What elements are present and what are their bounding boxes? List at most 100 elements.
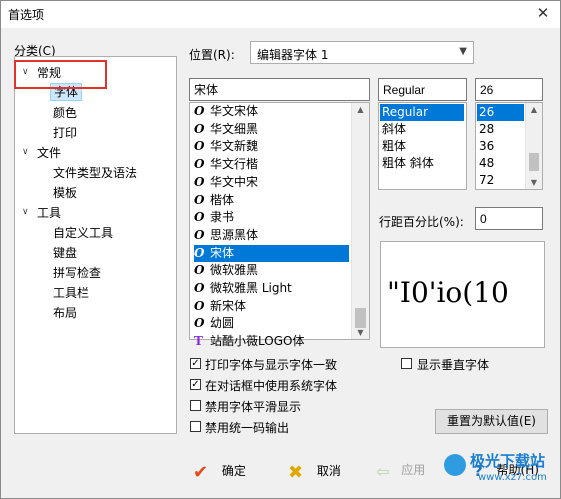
font-list-item[interactable]: O 宋体: [194, 245, 349, 262]
opentype-font-icon: O: [194, 122, 205, 136]
location-value: 编辑器字体 1: [257, 48, 329, 62]
font-size-input[interactable]: [475, 78, 543, 101]
close-icon: ✕: [536, 4, 550, 22]
font-list-item[interactable]: O 华文宋体: [194, 103, 349, 120]
cancel-button[interactable]: ✖ 取消: [288, 462, 341, 488]
vertical-font-checkbox[interactable]: [401, 358, 412, 369]
option-label: 禁用字体平滑显示: [205, 400, 302, 414]
font-list-item[interactable]: O 微软雅黑 Light: [194, 280, 349, 297]
line-spacing-input[interactable]: [475, 207, 543, 230]
tree-item-5[interactable]: 文件类型及语法: [53, 164, 137, 181]
font-name: 华文新魏: [210, 139, 259, 153]
font-size-item[interactable]: 36: [477, 138, 524, 155]
category-tree[interactable]: [14, 56, 177, 434]
font-list-item[interactable]: O 华文细黑: [194, 121, 349, 138]
size-list-scrollbar[interactable]: ▲ ▼: [525, 103, 542, 189]
font-size-item[interactable]: 26: [477, 104, 524, 121]
font-name: 思源黑体: [210, 228, 259, 242]
tree-item-4[interactable]: 文件: [37, 144, 61, 161]
watermark-logo: 极光下载站 www.xz7.com: [444, 448, 556, 492]
font-style-item[interactable]: 粗体 斜体: [380, 155, 464, 172]
font-style-item[interactable]: 粗体: [380, 138, 464, 155]
scroll-down-icon[interactable]: ▼: [526, 178, 542, 187]
location-label: 位置(R):: [189, 48, 235, 62]
font-preview: "I0'io(10: [380, 241, 545, 348]
tree-item-8[interactable]: 自定义工具: [53, 224, 113, 241]
font-name: 幼圆: [210, 316, 235, 330]
font-size-item[interactable]: 48: [477, 155, 524, 172]
scroll-thumb[interactable]: [529, 153, 539, 171]
tree-expander-icon[interactable]: ∨: [22, 207, 29, 217]
option-checkbox[interactable]: ✓: [190, 379, 201, 390]
ok-button[interactable]: ✔ 确定: [193, 462, 246, 488]
tree-item-11[interactable]: 工具栏: [53, 284, 89, 301]
cancel-label: 取消: [316, 464, 341, 478]
font-name: 楷体: [210, 193, 235, 207]
font-name: 华文行楷: [210, 157, 259, 171]
tree-item-9[interactable]: 键盘: [53, 244, 77, 261]
scroll-thumb[interactable]: [355, 308, 366, 328]
watermark-icon: [444, 454, 466, 476]
tree-expander-icon[interactable]: ∨: [22, 147, 29, 157]
location-dropdown[interactable]: 编辑器字体 1 ▼: [250, 41, 474, 64]
font-name-input[interactable]: [189, 78, 370, 101]
tree-item-12[interactable]: 布局: [53, 304, 77, 321]
font-name: 微软雅黑: [210, 263, 259, 277]
font-name: 新宋体: [210, 299, 247, 313]
tree-item-10[interactable]: 拼写检查: [53, 264, 101, 281]
opentype-font-icon: O: [194, 246, 205, 260]
font-style-item[interactable]: 斜体: [380, 121, 464, 138]
apply-label: 应用: [401, 463, 426, 477]
font-list-item[interactable]: T 站酷小薇LOGO体: [194, 333, 349, 350]
scroll-down-icon[interactable]: ▼: [352, 328, 369, 337]
opentype-font-icon: O: [194, 193, 205, 207]
chevron-down-icon: ▼: [459, 46, 467, 57]
font-name: 华文细黑: [210, 122, 259, 136]
apply-arrow-icon: ⇦: [376, 462, 390, 481]
window-title: 首选项: [8, 8, 45, 22]
option-label: 在对话框中使用系统字体: [205, 379, 338, 393]
apply-button[interactable]: ⇦ 应用: [376, 462, 425, 488]
option-checkbox[interactable]: ✓: [190, 358, 201, 369]
opentype-font-icon: O: [194, 104, 205, 118]
tree-item-7[interactable]: 工具: [37, 204, 61, 221]
font-list-item[interactable]: O 隶书: [194, 209, 349, 226]
option-checkbox[interactable]: [190, 400, 201, 411]
font-name: 宋体: [210, 246, 235, 260]
font-size-item[interactable]: 28: [477, 121, 524, 138]
font-list-item[interactable]: O 微软雅黑: [194, 262, 349, 279]
font-list-item[interactable]: O 幼圆: [194, 315, 349, 332]
truetype-font-icon: T: [194, 334, 203, 348]
opentype-font-icon: O: [194, 228, 205, 242]
font-list-item[interactable]: O 华文行楷: [194, 156, 349, 173]
option-checkbox[interactable]: [190, 421, 201, 432]
font-list-item[interactable]: O 楷体: [194, 192, 349, 209]
scroll-up-icon[interactable]: ▲: [526, 105, 542, 114]
font-name: 微软雅黑 Light: [210, 281, 292, 295]
font-list-scrollbar[interactable]: ▲ ▼: [351, 103, 369, 339]
watermark-url: www.xz7.com: [478, 472, 547, 483]
title-bar: [0, 0, 561, 28]
tree-item-3[interactable]: 打印: [53, 124, 77, 141]
option-label: 禁用统一码输出: [205, 421, 290, 435]
font-list-item[interactable]: O 新宋体: [194, 298, 349, 315]
font-style-input[interactable]: [378, 78, 467, 101]
opentype-font-icon: O: [194, 139, 205, 153]
font-size-item[interactable]: 72: [477, 172, 524, 189]
font-name: 华文宋体: [210, 104, 259, 118]
opentype-font-icon: O: [194, 175, 205, 189]
font-list-item[interactable]: O 华文中宋: [194, 174, 349, 191]
font-name: 华文中宋: [210, 175, 259, 189]
reset-defaults-button[interactable]: 重置为默认值(E): [435, 409, 548, 434]
opentype-font-icon: O: [194, 316, 205, 330]
line-spacing-label: 行距百分比(%):: [379, 215, 464, 229]
close-button[interactable]: ✕: [531, 2, 555, 24]
font-style-item[interactable]: Regular: [380, 104, 464, 121]
cancel-x-icon: ✖: [288, 462, 304, 483]
font-list-item[interactable]: O 华文新魏: [194, 138, 349, 155]
font-list-item[interactable]: O 思源黑体: [194, 227, 349, 244]
option-label: 打印字体与显示字体一致: [205, 358, 338, 372]
tree-item-2[interactable]: 颜色: [53, 104, 77, 121]
tree-item-6[interactable]: 模板: [53, 184, 77, 201]
scroll-up-icon[interactable]: ▲: [352, 105, 369, 114]
